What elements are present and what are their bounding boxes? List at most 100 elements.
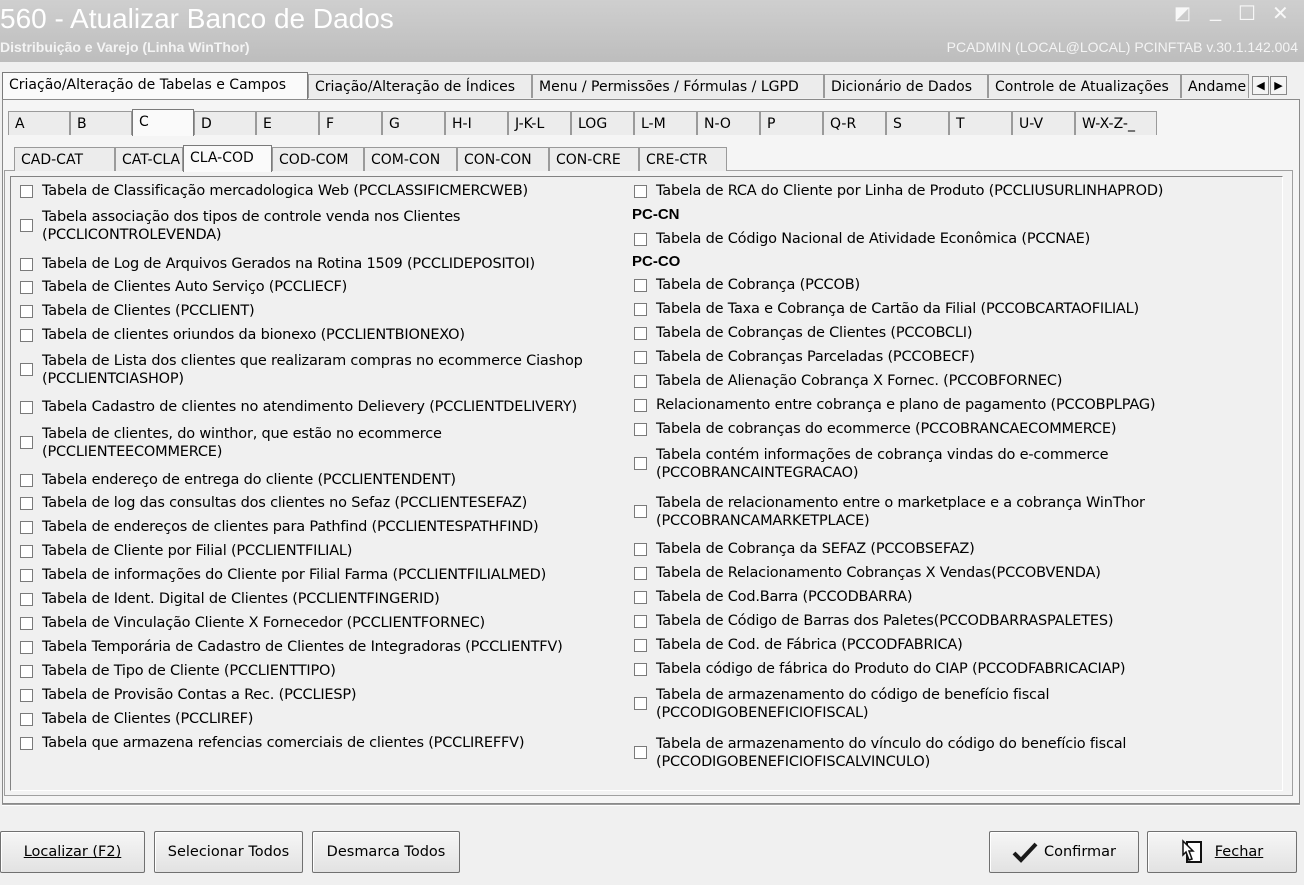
tab-scroll-left-icon[interactable]: ◀ [1252,76,1269,95]
tab-tabelas-campos[interactable]: Criação/Alteração de Tabelas e Campos [2,72,308,99]
list-item[interactable]: Tabela de Tipo de Cliente (PCCLIENTTIPO) [20,662,336,680]
checkbox[interactable] [634,185,647,198]
tab-letter-l-m[interactable]: L-M [634,111,697,135]
checkbox[interactable] [20,281,33,294]
list-item[interactable]: Tabela de armazenamento do código de ben… [634,686,1050,722]
list-item[interactable]: Tabela de Relacionamento Cobranças X Ven… [634,564,1101,582]
tab-letter-w-x-z[interactable]: W-X-Z-_ [1075,111,1157,135]
tab-controle-atualizacoes[interactable]: Controle de Atualizações [988,74,1181,98]
checkbox[interactable] [20,363,33,376]
localizar-button[interactable]: Localizar (F2) [0,831,145,873]
tab-letter-a[interactable]: A [8,111,70,135]
checkbox[interactable] [634,457,647,470]
checkbox[interactable] [634,505,647,518]
checkbox[interactable] [20,305,33,318]
checkbox[interactable] [634,279,647,292]
checkbox[interactable] [20,185,33,198]
tab-cre-ctr[interactable]: CRE-CTR [639,147,727,171]
checkbox[interactable] [634,543,647,556]
list-item[interactable]: Tabela de clientes, do winthor, que estã… [20,425,442,461]
list-item[interactable]: Tabela contém informações de cobrança vi… [634,446,1109,482]
list-item[interactable]: Relacionamento entre cobrança e plano de… [634,396,1156,414]
tab-scroll-right-icon[interactable]: ▶ [1270,76,1287,95]
list-item[interactable]: Tabela de clientes oriundos da bionexo (… [20,326,465,344]
tab-letter-log[interactable]: LOG [571,111,634,135]
list-item[interactable]: Tabela de Clientes (PCCLIREF) [20,710,253,728]
list-item[interactable]: Tabela de Alienação Cobrança X Fornec. (… [634,372,1062,390]
list-item[interactable]: Tabela de relacionamento entre o marketp… [634,494,1145,530]
checkbox[interactable] [634,567,647,580]
checkbox[interactable] [634,615,647,628]
checkbox[interactable] [634,351,647,364]
tab-letter-p[interactable]: P [760,111,823,135]
list-item[interactable]: Tabela de Cobrança da SEFAZ (PCCOBSEFAZ) [634,540,975,558]
tab-indices[interactable]: Criação/Alteração de Índices [308,74,532,98]
maximize-icon[interactable]: ☐ [1238,1,1256,26]
tab-letter-q-r[interactable]: Q-R [823,111,886,135]
tab-letter-j-k-l[interactable]: J-K-L [508,111,571,135]
list-item[interactable]: Tabela de log das consultas dos clientes… [20,494,527,512]
checkbox[interactable] [634,591,647,604]
checkbox[interactable] [20,401,33,414]
checkbox[interactable] [634,303,647,316]
list-item[interactable]: Tabela de Log de Arquivos Gerados na Rot… [20,255,535,273]
tab-cod-com[interactable]: COD-COM [272,147,364,171]
tab-letter-e[interactable]: E [256,111,319,135]
checkbox[interactable] [20,713,33,726]
checkbox[interactable] [634,663,647,676]
checkbox[interactable] [20,474,33,487]
list-item[interactable]: Tabela de Clientes Auto Serviço (PCCLIEC… [20,278,347,296]
checkbox[interactable] [20,665,33,678]
checkbox[interactable] [634,233,647,246]
tab-letter-b[interactable]: B [70,111,132,135]
checkbox[interactable] [20,689,33,702]
checkbox[interactable] [634,639,647,652]
checkbox[interactable] [634,423,647,436]
list-item[interactable]: Tabela código de fábrica do Produto do C… [634,660,1126,678]
checkbox[interactable] [20,641,33,654]
checkbox[interactable] [20,737,33,750]
list-item[interactable]: Tabela de Cliente por Filial (PCCLIENTFI… [20,542,352,560]
list-item[interactable]: Tabela associação dos tipos de controle … [20,208,460,244]
tab-andamento[interactable]: Andame [1181,74,1249,98]
checkbox[interactable] [634,327,647,340]
checkbox[interactable] [20,436,33,449]
tab-letter-c[interactable]: C [132,109,194,136]
list-item[interactable]: Tabela de Classificação mercadologica We… [20,182,528,200]
list-item[interactable]: Tabela de Ident. Digital de Clientes (PC… [20,590,440,608]
tab-letter-t[interactable]: T [949,111,1012,135]
minimize-icon[interactable]: _ [1210,0,1221,23]
list-item[interactable]: Tabela de Código Nacional de Atividade E… [634,230,1090,248]
list-item[interactable]: Tabela Cadastro de clientes no atendimen… [20,398,577,416]
select-all-button[interactable]: Selecionar Todos [154,831,303,873]
checkbox[interactable] [20,497,33,510]
close-button[interactable]: Fechar [1147,831,1297,873]
checkbox[interactable] [20,521,33,534]
tab-con-con[interactable]: CON-CON [457,147,549,171]
list-item[interactable]: Tabela de Taxa e Cobrança de Cartão da F… [634,300,1139,318]
checkbox[interactable] [20,258,33,271]
checkbox[interactable] [20,545,33,558]
tab-letter-g[interactable]: G [382,111,445,135]
checkbox[interactable] [634,697,647,710]
checkbox[interactable] [634,375,647,388]
tab-dicionario[interactable]: Dicionário de Dados [824,74,988,98]
tab-letter-n-o[interactable]: N-O [697,111,760,135]
list-item[interactable]: Tabela de RCA do Cliente por Linha de Pr… [634,182,1163,200]
checkbox[interactable] [20,219,33,232]
unselect-all-button[interactable]: Desmarca Todos [312,831,460,873]
list-item[interactable]: Tabela endereço de entrega do cliente (P… [20,471,456,489]
tab-letter-f[interactable]: F [319,111,382,135]
list-item[interactable]: Tabela de Cobrança (PCCOB) [634,276,860,294]
list-item[interactable]: Tabela de Clientes (PCCLIENT) [20,302,255,320]
tab-letter-u-v[interactable]: U-V [1012,111,1075,135]
list-item[interactable]: Tabela de Cobranças de Clientes (PCCOBCL… [634,324,972,342]
checkbox[interactable] [20,617,33,630]
tab-menu-permissoes[interactable]: Menu / Permissões / Fórmulas / LGPD [532,74,824,98]
list-item[interactable]: Tabela de Cod. de Fábrica (PCCODFABRICA) [634,636,963,654]
checkbox[interactable] [20,329,33,342]
tab-letter-s[interactable]: S [886,111,949,135]
list-item[interactable]: Tabela de Vinculação Cliente X Fornecedo… [20,614,485,632]
checkbox[interactable] [634,746,647,759]
tab-letter-h-i[interactable]: H-I [445,111,508,135]
